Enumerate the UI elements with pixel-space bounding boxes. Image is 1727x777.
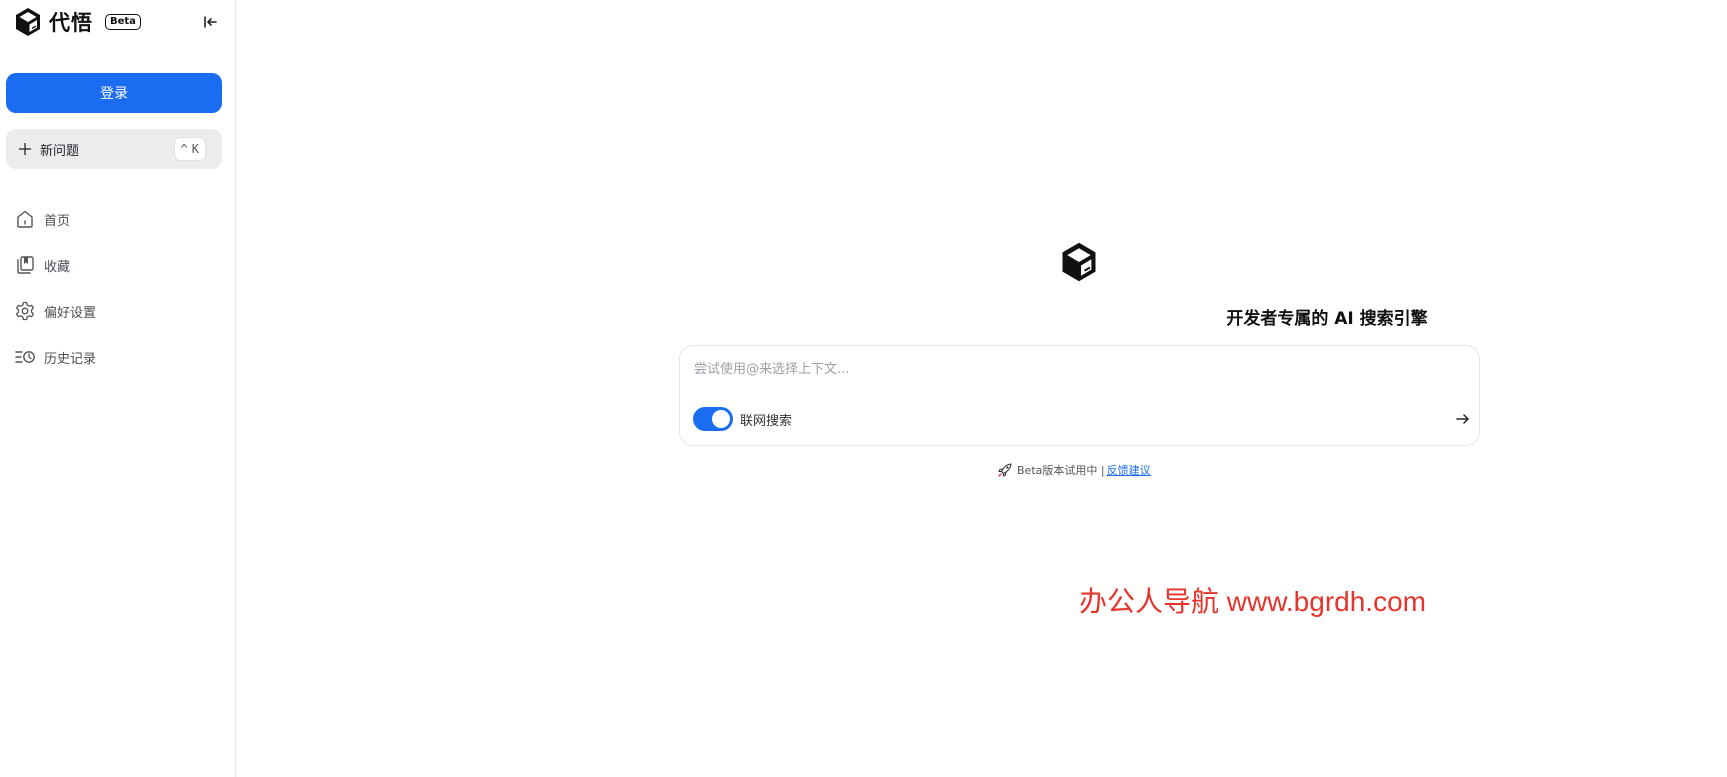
beta-note-text: Beta版本试用中 | — [1017, 464, 1105, 477]
sidebar-item-label: 历史记录 — [44, 351, 97, 367]
main-content: 开发者专属的 AI 搜索引擎 联网搜索 Beta版本试用中 | 反馈建议 — [237, 0, 1727, 777]
collapse-sidebar-icon[interactable] — [200, 12, 220, 32]
web-search-toggle[interactable] — [693, 407, 733, 431]
sidebar: 代悟 Beta 登录 新问题 ^ K 首页 收藏 偏好设置 历史记录 — [0, 0, 236, 777]
search-box: 联网搜索 — [679, 345, 1480, 446]
sidebar-item-label: 首页 — [44, 213, 71, 229]
sidebar-item-home[interactable]: 首页 — [0, 196, 236, 242]
send-arrow-icon[interactable] — [1454, 410, 1472, 428]
sidebar-item-label: 收藏 — [44, 259, 71, 275]
brand[interactable]: 代悟 Beta — [12, 4, 141, 40]
brand-name: 代悟 — [49, 11, 93, 35]
bookmark-icon — [17, 256, 34, 274]
new-question-label: 新问题 — [40, 143, 80, 159]
web-search-label: 联网搜索 — [740, 414, 793, 429]
page-title: 开发者专属的 AI 搜索引擎 — [1226, 309, 1428, 329]
cube-logo-icon — [16, 8, 40, 36]
home-icon — [17, 210, 33, 228]
beta-badge: Beta — [105, 14, 141, 30]
sidebar-item-history[interactable]: 历史记录 — [0, 334, 236, 380]
plus-icon — [19, 143, 31, 155]
feedback-link[interactable]: 反馈建议 — [1107, 462, 1151, 478]
sidebar-item-label: 偏好设置 — [44, 305, 97, 321]
toggle-knob — [712, 410, 730, 428]
search-input[interactable] — [694, 358, 1454, 380]
watermark: 办公人导航 www.bgrdh.com — [1079, 586, 1426, 617]
beta-note: Beta版本试用中 | 反馈建议 — [997, 462, 1397, 478]
app-window: 代悟 Beta 登录 新问题 ^ K 首页 收藏 偏好设置 历史记录 开发者专属… — [0, 0, 1727, 777]
shortcut-badge: ^ K — [173, 137, 206, 161]
shortcut-key: K — [191, 142, 199, 156]
sidebar-item-bookmarks[interactable]: 收藏 — [0, 242, 236, 288]
sidebar-item-preferences[interactable]: 偏好设置 — [0, 288, 236, 334]
rocket-icon — [998, 463, 1012, 477]
sidebar-nav: 首页 收藏 偏好设置 历史记录 — [0, 196, 236, 380]
new-question-button[interactable]: 新问题 ^ K — [6, 129, 222, 169]
history-icon — [15, 351, 35, 363]
gear-icon — [15, 301, 35, 321]
login-button[interactable]: 登录 — [6, 73, 222, 113]
shortcut-modifier: ^ — [180, 142, 188, 156]
cube-logo-icon — [1062, 242, 1096, 282]
